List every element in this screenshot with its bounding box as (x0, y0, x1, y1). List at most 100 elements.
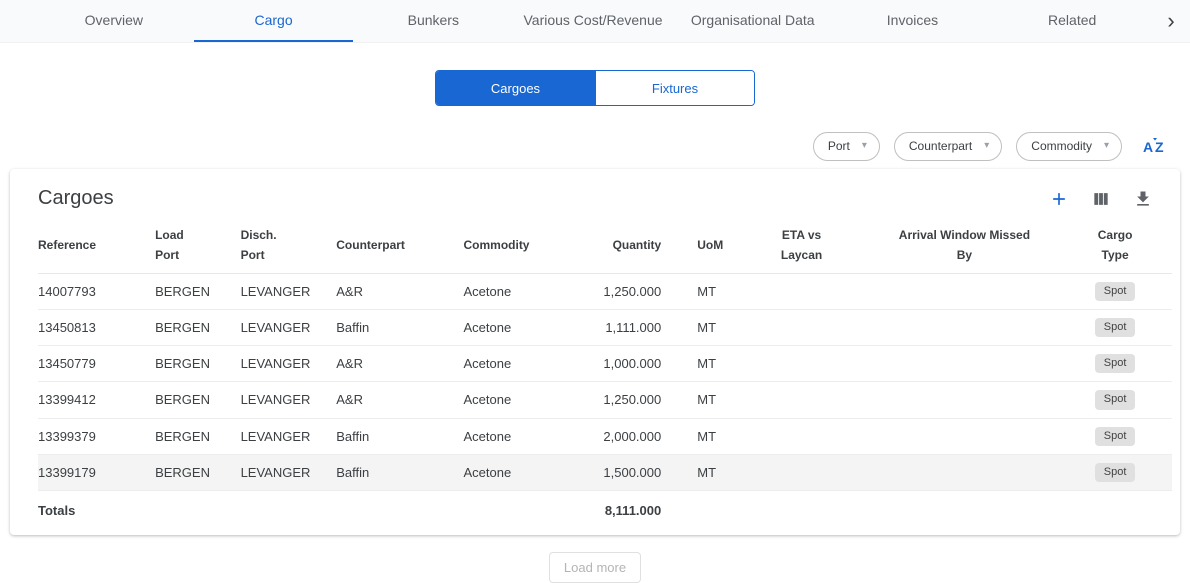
cell-uom: MT (677, 346, 748, 382)
totals-label: Totals (38, 490, 575, 531)
add-cargo-button[interactable] (1048, 188, 1070, 210)
tab-organisational-data[interactable]: Organisational Data (673, 0, 833, 42)
cell-disch_port: LEVANGER (241, 454, 337, 490)
chevron-right-icon: › (1167, 10, 1174, 32)
cargo-type-badge: Spot (1095, 318, 1136, 337)
cell-load_port: BERGEN (155, 309, 241, 345)
sort-alpha-button[interactable]: A Z (1142, 137, 1168, 155)
cell-arrival_window_missed_by (871, 346, 1075, 382)
nav-scroll-right-button[interactable]: › (1152, 0, 1190, 42)
cell-counterpart: Baffin (336, 454, 463, 490)
cell-load_port: BERGEN (155, 382, 241, 418)
table-row[interactable]: 13450813BERGENLEVANGERBaffinAcetone1,111… (38, 309, 1172, 345)
load-more-button[interactable]: Load more (549, 552, 641, 583)
column-header-disch_port[interactable]: Disch. Port (241, 218, 337, 273)
column-header-uom[interactable]: UoM (677, 218, 748, 273)
column-header-eta_vs_laycan[interactable]: ETA vs Laycan (748, 218, 870, 273)
chevron-down-icon: ▾ (862, 141, 867, 151)
cell-eta_vs_laycan (748, 309, 870, 345)
cargo-type-badge: Spot (1095, 354, 1136, 373)
top-nav-tabs: OverviewCargoBunkersVarious Cost/Revenue… (34, 0, 1152, 42)
filter-counterpart-dropdown[interactable]: Counterpart ▾ (894, 132, 1002, 161)
cell-uom: MT (677, 382, 748, 418)
cell-disch_port: LEVANGER (241, 309, 337, 345)
sort-alpha-icon: A Z (1142, 137, 1168, 155)
cell-cargo_type: Spot (1074, 418, 1172, 454)
cell-reference: 13399412 (38, 382, 155, 418)
cell-uom: MT (677, 273, 748, 309)
cell-load_port: BERGEN (155, 273, 241, 309)
column-header-reference[interactable]: Reference (38, 218, 155, 273)
cell-commodity: Acetone (463, 382, 575, 418)
tab-various-cost-revenue[interactable]: Various Cost/Revenue (513, 0, 673, 42)
cell-reference: 13450813 (38, 309, 155, 345)
cell-load_port: BERGEN (155, 346, 241, 382)
cargo-type-badge: Spot (1095, 390, 1136, 409)
cell-quantity: 1,250.000 (575, 273, 677, 309)
cargo-table-body: 14007793BERGENLEVANGERA&RAcetone1,250.00… (38, 273, 1172, 490)
tab-cargo[interactable]: Cargo (194, 0, 354, 42)
card-title: Cargoes (38, 187, 114, 210)
cell-quantity: 2,000.000 (575, 418, 677, 454)
cell-uom: MT (677, 309, 748, 345)
cell-quantity: 1,250.000 (575, 382, 677, 418)
cell-cargo_type: Spot (1074, 382, 1172, 418)
download-button[interactable] (1132, 188, 1154, 210)
column-settings-button[interactable] (1090, 188, 1112, 210)
tab-overview[interactable]: Overview (34, 0, 194, 42)
column-header-counterpart[interactable]: Counterpart (336, 218, 463, 273)
totals-quantity: 8,111.000 (575, 490, 677, 531)
tab-related[interactable]: Related (992, 0, 1152, 42)
cell-cargo_type: Spot (1074, 309, 1172, 345)
cell-quantity: 1,500.000 (575, 454, 677, 490)
cell-reference: 13399379 (38, 418, 155, 454)
column-header-load_port[interactable]: Load Port (155, 218, 241, 273)
cell-arrival_window_missed_by (871, 273, 1075, 309)
cell-reference: 13450779 (38, 346, 155, 382)
toggle-option-cargoes[interactable]: Cargoes (436, 71, 595, 105)
cell-disch_port: LEVANGER (241, 382, 337, 418)
column-header-commodity[interactable]: Commodity (463, 218, 575, 273)
cargo-type-badge: Spot (1095, 282, 1136, 301)
chevron-down-icon: ▾ (984, 141, 989, 151)
filter-label: Counterpart (909, 139, 972, 153)
cell-commodity: Acetone (463, 273, 575, 309)
column-header-cargo_type[interactable]: Cargo Type (1074, 218, 1172, 273)
cell-cargo_type: Spot (1074, 273, 1172, 309)
cell-reference: 14007793 (38, 273, 155, 309)
table-row[interactable]: 13399379BERGENLEVANGERBaffinAcetone2,000… (38, 418, 1172, 454)
column-header-arrival_window_missed_by[interactable]: Arrival Window Missed By (871, 218, 1075, 273)
cell-disch_port: LEVANGER (241, 273, 337, 309)
chevron-down-icon: ▾ (1104, 141, 1109, 151)
toggle-option-fixtures[interactable]: Fixtures (595, 71, 754, 105)
tab-invoices[interactable]: Invoices (833, 0, 993, 42)
cargo-table: ReferenceLoad PortDisch. PortCounterpart… (38, 218, 1172, 531)
table-row[interactable]: 13450779BERGENLEVANGERA&RAcetone1,000.00… (38, 346, 1172, 382)
svg-text:Z: Z (1155, 139, 1164, 155)
cell-quantity: 1,000.000 (575, 346, 677, 382)
cell-arrival_window_missed_by (871, 382, 1075, 418)
cell-commodity: Acetone (463, 454, 575, 490)
view-toggle: CargoesFixtures (435, 70, 755, 106)
cell-counterpart: A&R (336, 346, 463, 382)
tab-bunkers[interactable]: Bunkers (353, 0, 513, 42)
column-header-quantity[interactable]: Quantity (575, 218, 677, 273)
cargo-type-badge: Spot (1095, 427, 1136, 446)
table-row[interactable]: 13399412BERGENLEVANGERA&RAcetone1,250.00… (38, 382, 1172, 418)
totals-spacer (677, 490, 1172, 531)
columns-icon (1091, 189, 1111, 209)
table-row[interactable]: 14007793BERGENLEVANGERA&RAcetone1,250.00… (38, 273, 1172, 309)
filter-commodity-dropdown[interactable]: Commodity ▾ (1016, 132, 1122, 161)
table-row[interactable]: 13399179BERGENLEVANGERBaffinAcetone1,500… (38, 454, 1172, 490)
cell-counterpart: Baffin (336, 309, 463, 345)
download-icon (1133, 189, 1153, 209)
cell-commodity: Acetone (463, 346, 575, 382)
cell-eta_vs_laycan (748, 418, 870, 454)
cargo-type-badge: Spot (1095, 463, 1136, 482)
cell-counterpart: Baffin (336, 418, 463, 454)
filter-label: Commodity (1031, 139, 1092, 153)
cell-arrival_window_missed_by (871, 454, 1075, 490)
filter-port-dropdown[interactable]: Port▾ (813, 132, 880, 161)
cell-uom: MT (677, 418, 748, 454)
cell-uom: MT (677, 454, 748, 490)
